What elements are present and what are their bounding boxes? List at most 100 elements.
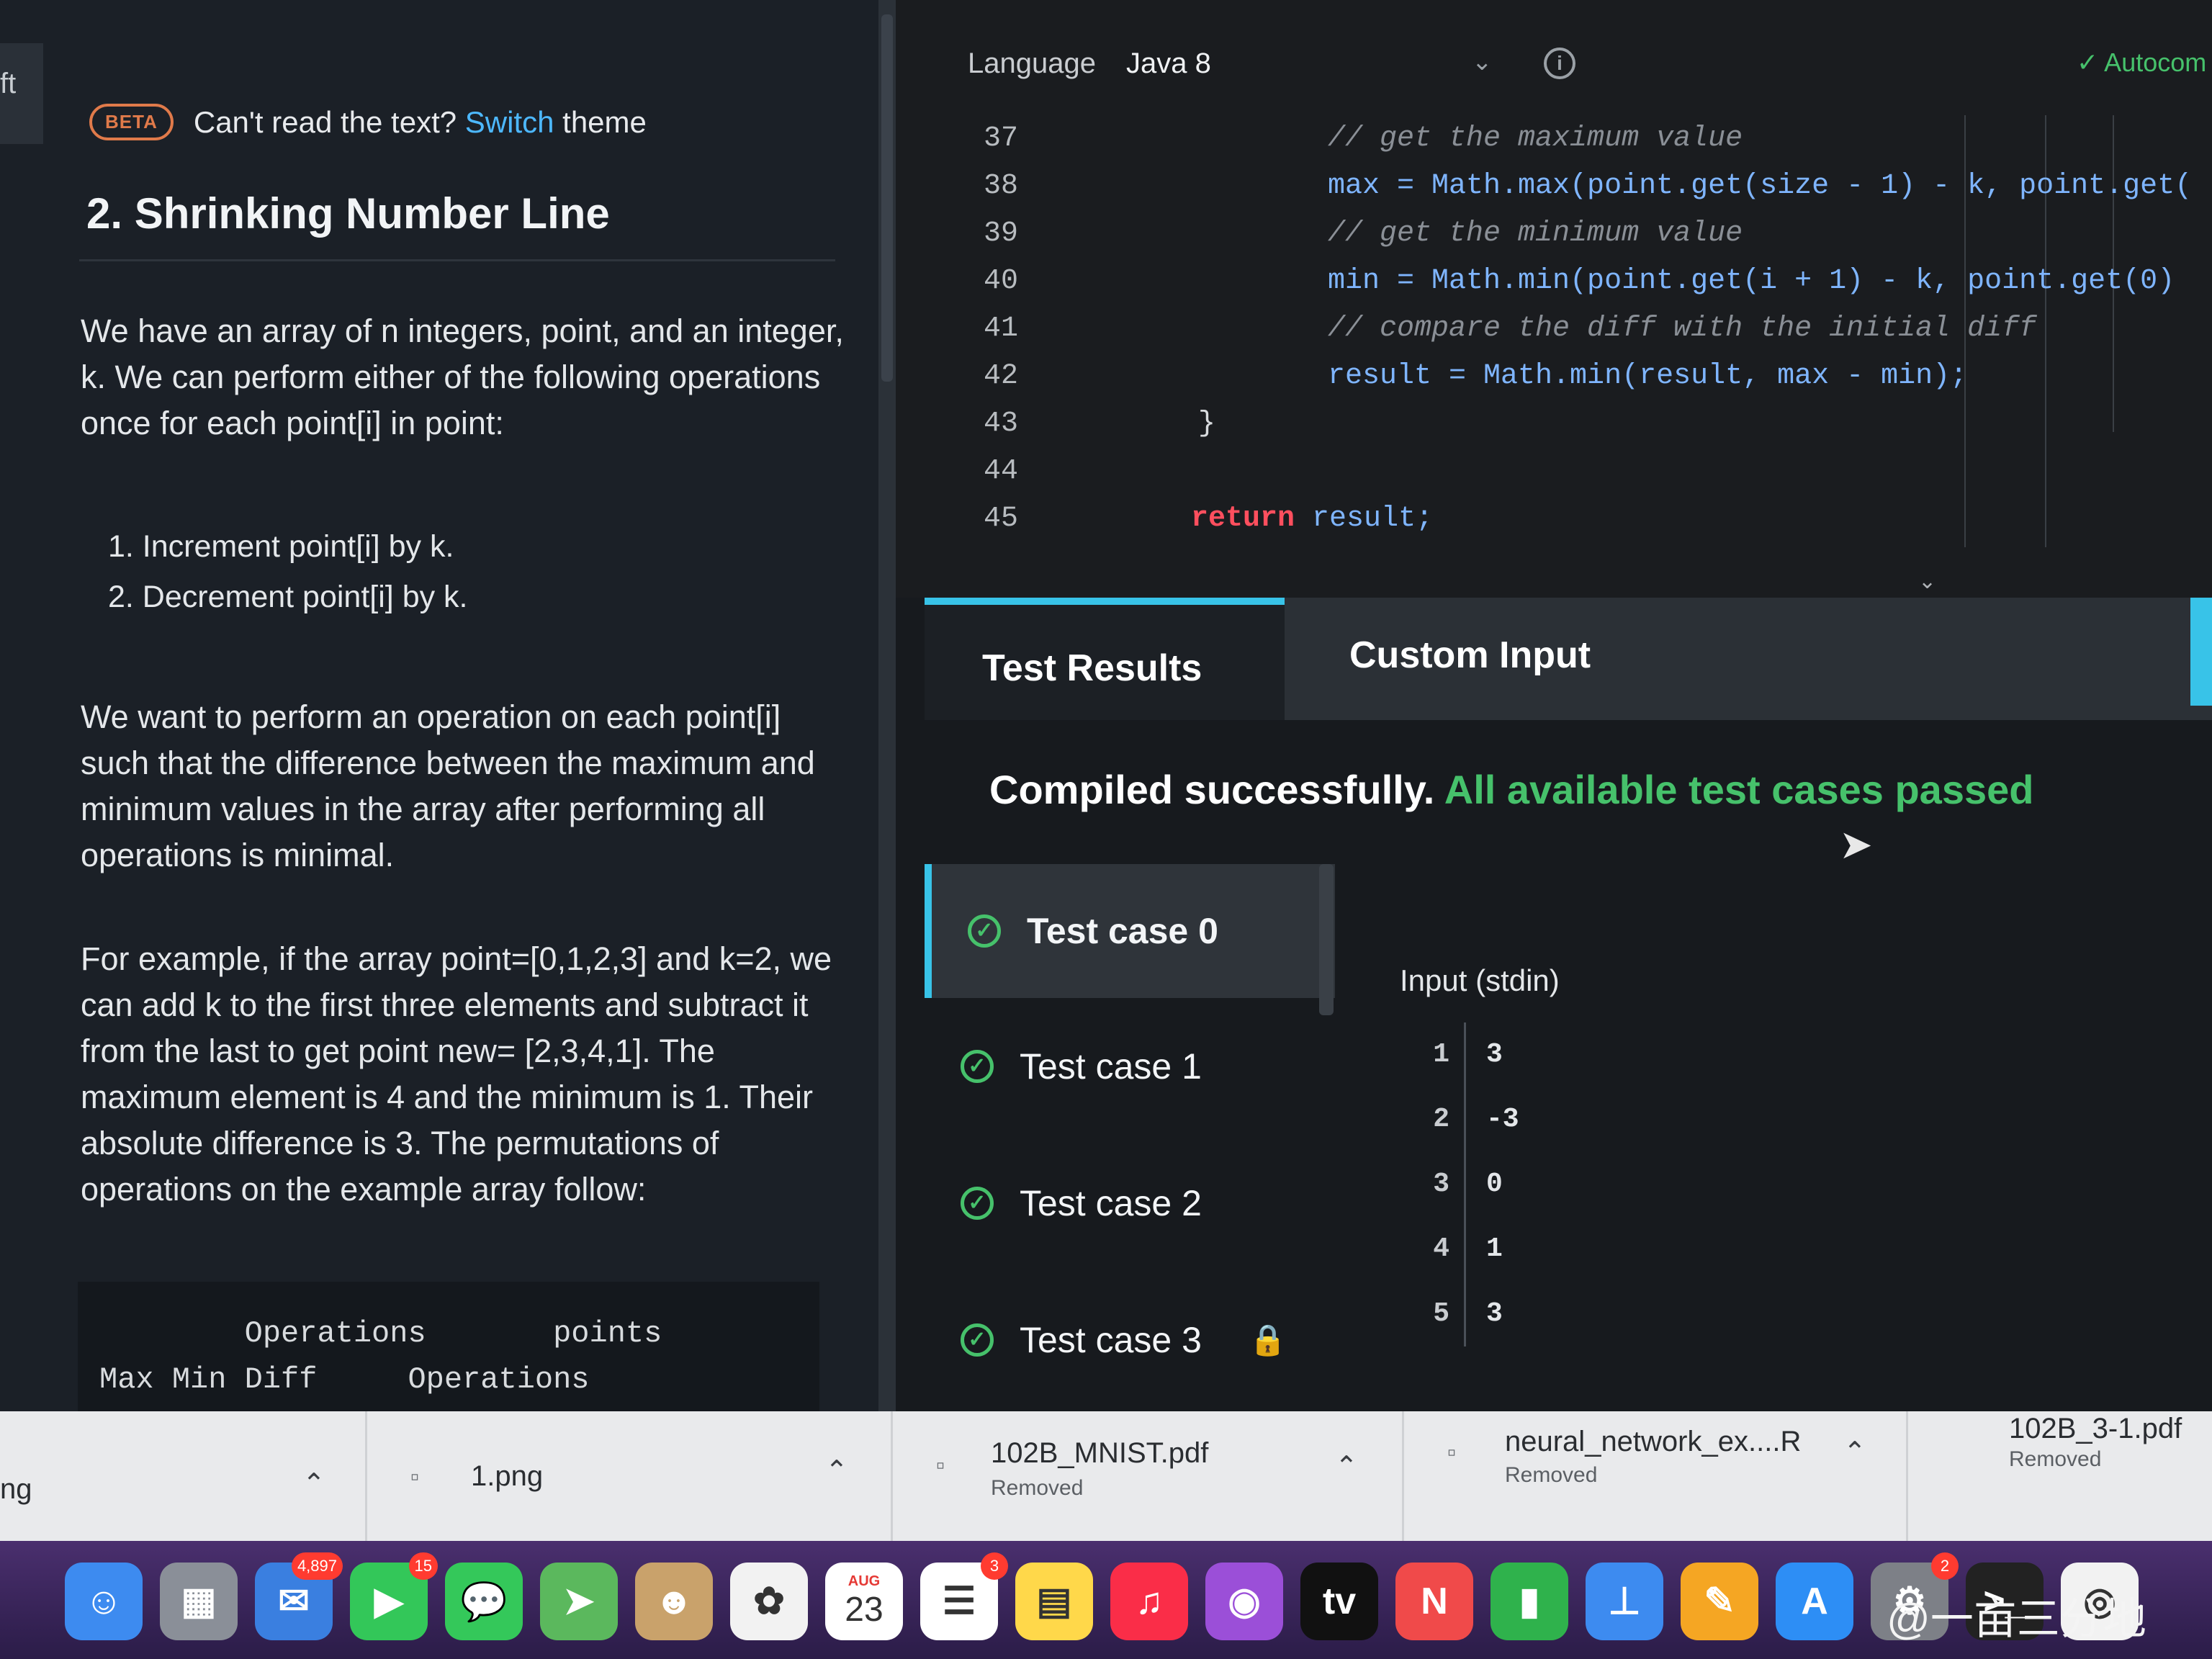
chevron-up-icon[interactable]: ⌃ <box>302 1467 325 1500</box>
dock-messages-icon[interactable]: 💬 <box>445 1563 523 1640</box>
stdin-row: 13 <box>1414 1022 1558 1087</box>
test-case-item[interactable]: ✓ Test case 0 <box>925 864 1335 998</box>
check-circle-icon: ✓ <box>961 1323 994 1357</box>
chevron-up-icon[interactable]: ⌃ <box>1843 1436 1866 1468</box>
dock-glyph: ♫ <box>1135 1581 1164 1622</box>
info-icon[interactable]: i <box>1544 48 1575 79</box>
dock-podcasts-icon[interactable]: ◉ <box>1205 1563 1283 1640</box>
dock-contacts-icon[interactable]: ☻ <box>635 1563 713 1640</box>
dock-keynote-icon[interactable]: ⊥ <box>1586 1563 1663 1640</box>
stdin-row: 30 <box>1414 1152 1558 1217</box>
code-line-return: return result; <box>1191 495 2206 543</box>
dock-maps-icon[interactable]: ➤ <box>540 1563 618 1640</box>
panel-collapse-icon[interactable]: ⌄ <box>1918 569 1936 594</box>
dock-glyph: ▤ <box>1036 1581 1072 1622</box>
editor-toolbar: Language Java 8 ⌄ i ✓ Autocom <box>896 22 2212 108</box>
dock-notes-icon[interactable]: ▤ <box>1015 1563 1093 1640</box>
title-divider <box>79 259 835 261</box>
notification-badge: 4,897 <box>291 1552 343 1580</box>
download-item[interactable]: ▫ 1.png ⌃ <box>367 1411 893 1541</box>
dock-numbers-icon[interactable]: ▮ <box>1491 1563 1568 1640</box>
test-case-item[interactable]: ✓ Test case 3 🔒 <box>925 1272 1335 1408</box>
test-case-scrollbar[interactable] <box>1319 864 1334 1015</box>
download-status: Removed <box>1505 1463 1598 1487</box>
test-case-item[interactable]: ✓ Test case 2 <box>925 1135 1335 1272</box>
tab-custom-input[interactable]: Custom Input <box>1285 598 2212 720</box>
collapsed-sidebar-tab[interactable]: ft <box>0 43 43 144</box>
tab-custom-input-label: Custom Input <box>1349 634 1591 676</box>
check-circle-icon: ✓ <box>961 1050 994 1083</box>
dock-glyph: tv <box>1322 1581 1357 1622</box>
dock-mail-icon[interactable]: ✉ 4,897 <box>255 1552 343 1640</box>
stdin-value: 0 <box>1486 1169 1503 1200</box>
dock-tv-icon[interactable]: tv <box>1300 1563 1378 1640</box>
dock-glyph: ☰ <box>942 1581 976 1622</box>
results-tab-bar: Test Results Custom Input <box>925 598 2212 720</box>
dock-facetime-icon[interactable]: ▶ 15 <box>350 1552 438 1640</box>
stdin-line-number: 2 <box>1414 1087 1466 1152</box>
download-filename: ng <box>0 1473 32 1505</box>
example-table-header-1: Operations points <box>99 1316 662 1351</box>
line-number: 38 <box>983 170 1018 202</box>
panel-splitter[interactable] <box>878 0 896 1411</box>
left-panel-scrollbar[interactable] <box>881 14 893 382</box>
theme-prompt: Can't read the text? Switch theme <box>194 105 647 140</box>
stdin-table: 13 2 -3 30 41 53 <box>1414 1022 1558 1346</box>
code-line: // get the minimum value <box>1328 217 1743 250</box>
chevron-up-icon[interactable]: ⌃ <box>1335 1450 1358 1483</box>
collapsed-sidebar-label: ft <box>0 68 17 99</box>
dock-app-store-icon[interactable]: A <box>1776 1563 1853 1640</box>
dock-glyph: ◉ <box>1228 1581 1261 1622</box>
dock-calendar-icon[interactable]: AUG 23 <box>825 1563 903 1640</box>
dock-glyph: N <box>1421 1581 1448 1622</box>
tab-test-results[interactable]: Test Results <box>925 598 1285 720</box>
dock-launchpad-icon[interactable]: ▦ <box>160 1563 238 1640</box>
test-case-label: Test case 1 <box>1020 1046 1202 1087</box>
calendar-month: AUG <box>848 1573 881 1589</box>
code-lines[interactable]: // get the maximum value max = Math.max(… <box>1191 115 2206 543</box>
dock-reminders-icon[interactable]: ☰ 3 <box>920 1552 1008 1640</box>
download-item[interactable]: 102B_3-1.pdf Removed <box>1908 1411 2212 1541</box>
dock-glyph: A <box>1801 1581 1828 1622</box>
notification-badge: 15 <box>408 1552 438 1580</box>
code-line: result = Math.min(result, max - min); <box>1328 360 1968 392</box>
download-item[interactable]: ▫ 102B_MNIST.pdf Removed ⌃ <box>893 1411 1404 1541</box>
line-number: 37 <box>983 122 1018 155</box>
dock-music-icon[interactable]: ♫ <box>1110 1563 1188 1640</box>
code-editor[interactable]: Language Java 8 ⌄ i ✓ Autocom 37 38 39 4… <box>896 0 2212 598</box>
dock-pages-icon[interactable]: ✎ <box>1681 1563 1758 1640</box>
autocomplete-toggle[interactable]: ✓ Autocom <box>2077 48 2206 78</box>
download-filename: 102B_MNIST.pdf <box>991 1437 1209 1469</box>
dock-glyph: ☻ <box>654 1581 694 1622</box>
chevron-up-icon[interactable]: ⌃ <box>825 1455 848 1487</box>
language-label: Language <box>968 48 1096 79</box>
chevron-down-icon[interactable]: ⌄ <box>1472 48 1493 76</box>
line-number: 40 <box>983 265 1018 297</box>
download-status: Removed <box>991 1476 1084 1500</box>
dock-news-icon[interactable]: N <box>1395 1563 1473 1640</box>
dock-glyph: ➤ <box>563 1581 595 1622</box>
theme-suffix: theme <box>562 104 647 139</box>
download-item[interactable]: ▫ neural_network_ex....R Removed ⌃ <box>1404 1411 1908 1541</box>
problem-paragraph-2: We want to perform an operation on each … <box>81 698 815 873</box>
file-icon: ▫ <box>410 1463 420 1491</box>
test-case-item[interactable]: ✓ Test case 1 <box>925 998 1335 1135</box>
dock-photos-icon[interactable]: ✿ <box>730 1563 808 1640</box>
dock-finder-icon[interactable]: ☺ <box>65 1563 143 1640</box>
operation-item: 1. Increment point[i] by k. <box>108 529 454 564</box>
switch-theme-link[interactable]: Switch <box>465 105 554 139</box>
operations-list: 1. Increment point[i] by k. 2. Decrement… <box>108 521 468 622</box>
dock-glyph: ✎ <box>1704 1581 1735 1622</box>
language-select[interactable]: Java 8 <box>1126 48 1211 80</box>
stdin-row: 2 -3 <box>1414 1087 1558 1152</box>
theme-banner: BETA Can't read the text? Switch theme <box>89 104 647 140</box>
lock-icon: 🔒 <box>1249 1322 1287 1357</box>
stdin-line-number: 5 <box>1414 1282 1466 1346</box>
stdin-value: 3 <box>1486 1298 1503 1329</box>
example-table-block: Operations points Max Min Diff Operation… <box>78 1282 819 1411</box>
code-line: // compare the diff with the initial dif… <box>1328 313 2037 345</box>
dock-glyph: ▦ <box>181 1581 217 1622</box>
example-table-header-2: Max Min Diff Operations <box>99 1362 590 1397</box>
download-item[interactable]: ng ⌃ <box>0 1411 367 1541</box>
